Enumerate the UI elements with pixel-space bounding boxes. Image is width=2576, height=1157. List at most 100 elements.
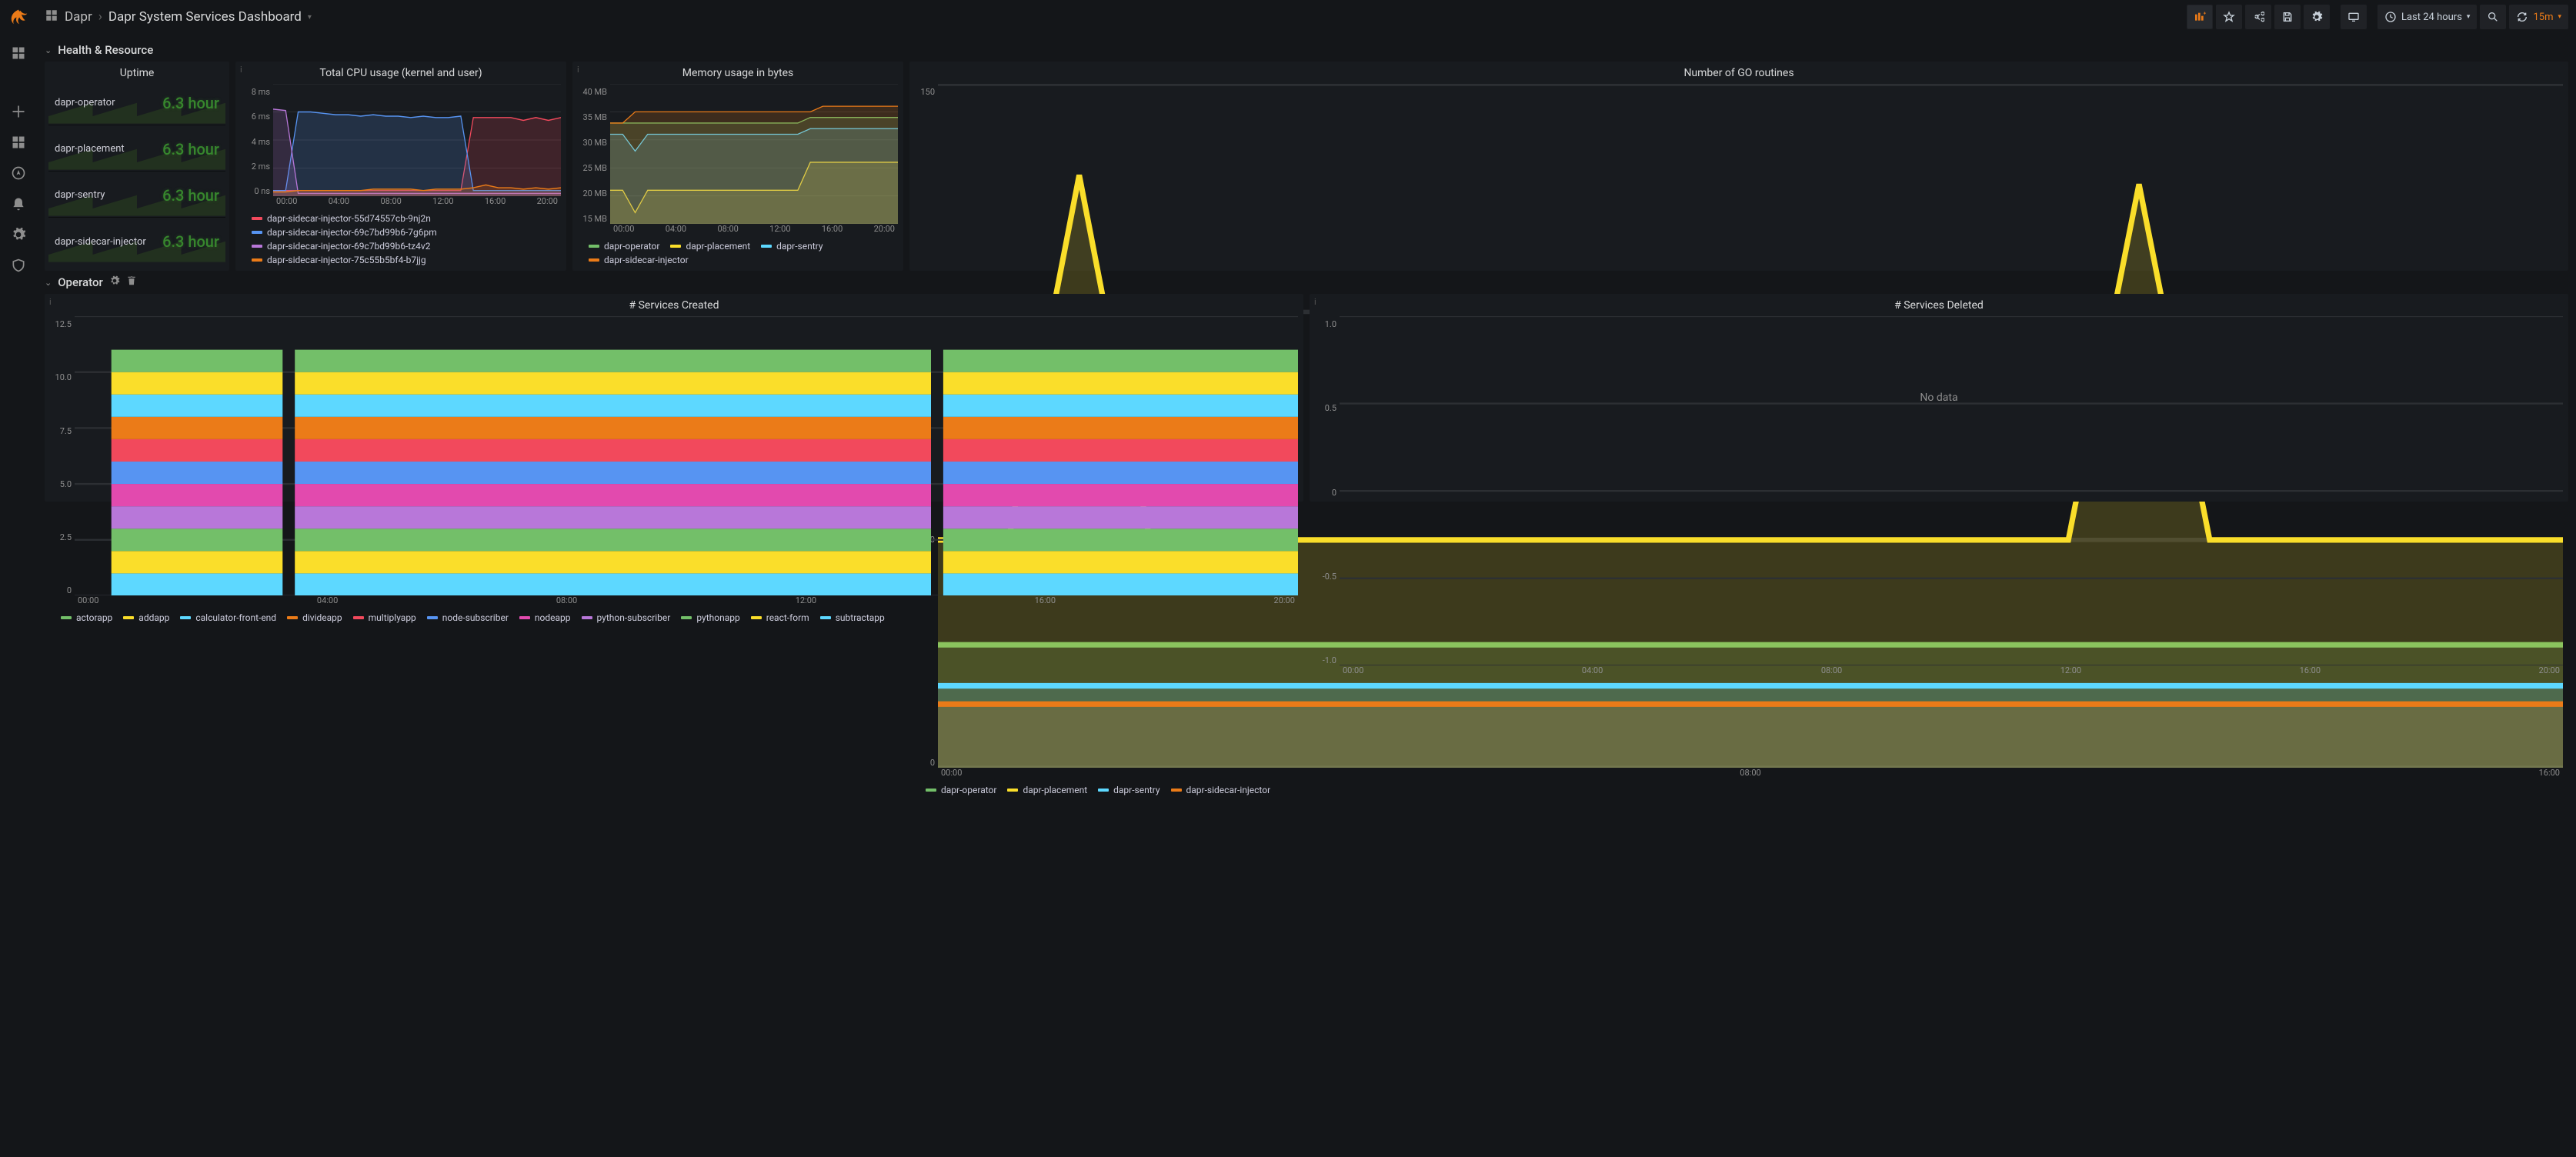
legend-item[interactable]: react-form xyxy=(751,612,809,623)
time-range-picker[interactable]: Last 24 hours ▾ xyxy=(2377,5,2477,29)
gear-icon[interactable] xyxy=(109,275,120,289)
uptime-value: 6.3 hour xyxy=(162,140,219,158)
time-range-label: Last 24 hours xyxy=(2401,12,2462,23)
info-icon[interactable]: i xyxy=(49,297,52,307)
panel-cpu[interactable]: i Total CPU usage (kernel and user) 8 ms… xyxy=(235,62,566,271)
legend-item[interactable]: dapr-sentry xyxy=(1098,785,1160,795)
legend-item[interactable]: divideapp xyxy=(287,612,342,623)
uptime-label: dapr-operator xyxy=(55,97,115,108)
legend-item[interactable]: node-subscriber xyxy=(427,612,509,623)
panel-uptime[interactable]: Uptime dapr-operator 6.3 hour dapr-place… xyxy=(45,62,229,271)
legend-item[interactable]: python-subscriber xyxy=(582,612,671,623)
uptime-label: dapr-sentry xyxy=(55,189,105,201)
share-button[interactable] xyxy=(2245,5,2271,29)
legend-item[interactable]: subtractapp xyxy=(820,612,885,623)
panel-title: Memory usage in bytes xyxy=(573,62,903,81)
legend-item[interactable]: dapr-placement xyxy=(1007,785,1087,795)
legend-item[interactable]: dapr-operator xyxy=(589,241,659,252)
legend-item[interactable]: dapr-sidecar-injector-75c55b5bf4-b7jjg xyxy=(252,255,426,265)
create-icon[interactable] xyxy=(10,103,27,120)
legend: dapr-sidecar-injector-55d74557cb-9nj2n da… xyxy=(236,210,566,270)
breadcrumb[interactable]: Dapr › Dapr System Services Dashboard ▾ xyxy=(65,9,312,25)
alert-icon[interactable] xyxy=(10,195,27,212)
panel-services-deleted[interactable]: i # Services Deleted 1.00.50-0.5-1.0 00:… xyxy=(1310,294,2568,502)
xaxis: 00:0004:0008:0012:0016:0020:00 xyxy=(273,196,561,210)
uptime-row: dapr-placement 6.3 hour xyxy=(48,127,225,172)
legend-item[interactable]: dapr-sentry xyxy=(761,241,823,252)
page-title[interactable]: Dapr System Services Dashboard xyxy=(108,9,302,25)
info-icon[interactable]: i xyxy=(1314,297,1316,307)
legend-item[interactable]: pythonapp xyxy=(681,612,739,623)
uptime-label: dapr-placement xyxy=(55,143,125,155)
uptime-value: 6.3 hour xyxy=(162,94,219,112)
save-button[interactable] xyxy=(2274,5,2301,29)
shield-icon[interactable] xyxy=(10,257,27,274)
settings-gear-icon[interactable] xyxy=(10,226,27,243)
chevron-down-icon: ⌄ xyxy=(45,45,52,55)
services-created-chart[interactable] xyxy=(75,316,1298,595)
breadcrumb-root[interactable]: Dapr xyxy=(65,9,92,25)
explore-icon[interactable] xyxy=(10,165,27,182)
svg-text:+: + xyxy=(2204,11,2206,16)
uptime-row: dapr-sidecar-injector 6.3 hour xyxy=(48,219,225,264)
panel-goroutines[interactable]: Number of GO routines 150100500 00:0008:… xyxy=(909,62,2568,271)
xaxis: 00:0008:0016:00 xyxy=(938,768,2563,782)
dashboards-icon[interactable] xyxy=(10,45,27,62)
info-icon[interactable]: i xyxy=(240,65,242,75)
xaxis: 00:0004:0008:0012:0016:0020:00 xyxy=(1340,665,2563,679)
panel-title: Uptime xyxy=(45,62,229,81)
settings-button[interactable] xyxy=(2304,5,2330,29)
legend-item[interactable]: dapr-sidecar-injector-55d74557cb-9nj2n xyxy=(252,213,431,224)
legend-item[interactable]: nodeapp xyxy=(519,612,571,623)
legend: dapr-operator dapr-placement dapr-sentry da… xyxy=(573,238,903,270)
legend: dapr-operator dapr-placement dapr-sentry da… xyxy=(910,782,2568,800)
chevron-down-icon[interactable]: ▾ xyxy=(308,13,312,22)
legend-item[interactable]: multiplyapp xyxy=(353,612,416,623)
uptime-row: dapr-operator 6.3 hour xyxy=(48,81,225,125)
breadcrumb-sep: › xyxy=(98,9,102,25)
section-title: Operator xyxy=(58,275,103,289)
uptime-value: 6.3 hour xyxy=(162,232,219,251)
grafana-logo[interactable] xyxy=(7,8,30,31)
cpu-chart[interactable] xyxy=(273,84,561,196)
services-deleted-chart[interactable] xyxy=(1340,316,2563,665)
section-title: Health & Resource xyxy=(58,43,153,57)
legend-item[interactable]: dapr-operator xyxy=(926,785,996,795)
add-panel-button[interactable]: + xyxy=(2187,5,2213,29)
cycle-view-button[interactable] xyxy=(2341,5,2367,29)
legend: actorapp addapp calculator-front-end divide… xyxy=(45,609,1303,628)
panel-services-created[interactable]: i # Services Created 12.510.07.55.02.50 … xyxy=(45,294,1303,502)
legend-item[interactable]: actorapp xyxy=(61,612,112,623)
chevron-down-icon: ▾ xyxy=(2467,13,2471,21)
yaxis: 40 MB35 MB30 MB25 MB20 MB15 MB xyxy=(578,84,610,238)
section-health[interactable]: ⌄ Health & Resource xyxy=(45,38,2568,62)
memory-chart[interactable] xyxy=(610,84,898,224)
yaxis: 1.00.50-0.5-1.0 xyxy=(1315,316,1340,679)
legend-item[interactable]: dapr-placement xyxy=(670,241,750,252)
yaxis: 8 ms6 ms4 ms2 ms0 ns xyxy=(241,84,273,210)
legend-item[interactable]: dapr-sidecar-injector xyxy=(1171,785,1271,795)
info-icon[interactable]: i xyxy=(577,65,579,75)
dashboard-list-icon[interactable] xyxy=(45,8,58,25)
legend-item[interactable]: dapr-sidecar-injector-69c7bd99b6-7g6pm xyxy=(252,227,437,238)
refresh-interval: 15m xyxy=(2533,12,2553,23)
zoom-out-button[interactable] xyxy=(2480,5,2506,29)
chevron-down-icon: ⌄ xyxy=(45,278,52,288)
chevron-down-icon: ▾ xyxy=(2558,13,2561,21)
xaxis: 00:0004:0008:0012:0016:0020:00 xyxy=(75,595,1298,609)
legend-item[interactable]: dapr-sidecar-injector xyxy=(589,255,689,265)
panel-memory[interactable]: i Memory usage in bytes 40 MB35 MB30 MB2… xyxy=(572,62,903,271)
trash-icon[interactable] xyxy=(126,275,137,289)
legend-item[interactable]: addapp xyxy=(123,612,169,623)
panel-title: # Services Created xyxy=(45,295,1303,313)
star-button[interactable] xyxy=(2216,5,2242,29)
legend-item[interactable]: calculator-front-end xyxy=(180,612,276,623)
refresh-button[interactable]: 15m ▾ xyxy=(2509,5,2568,29)
uptime-value: 6.3 hour xyxy=(162,186,219,205)
uptime-row: dapr-sentry 6.3 hour xyxy=(48,173,225,218)
panel-title: # Services Deleted xyxy=(1310,295,2568,313)
sidebar xyxy=(0,0,37,1157)
legend-item[interactable]: dapr-sidecar-injector-69c7bd99b6-tz4v2 xyxy=(252,241,430,252)
panel-title: Total CPU usage (kernel and user) xyxy=(236,62,566,81)
apps-icon[interactable] xyxy=(10,134,27,151)
